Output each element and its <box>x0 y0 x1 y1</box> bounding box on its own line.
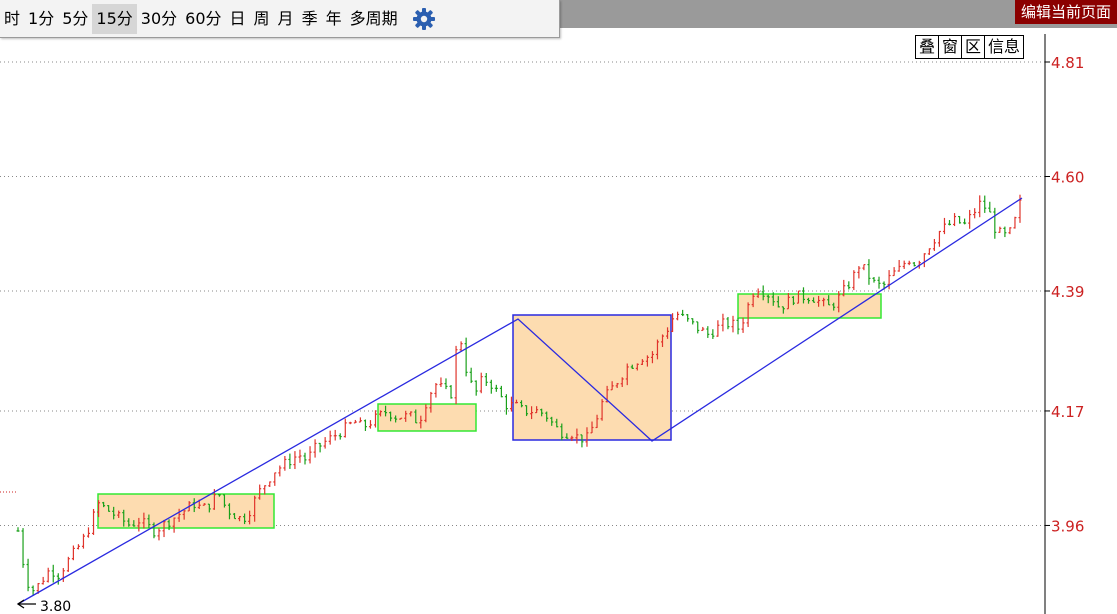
axis-tick-label: 4.17 <box>1051 403 1084 421</box>
low-price-label: 3.80 <box>40 599 71 614</box>
axis-tick-label: 4.39 <box>1051 283 1084 301</box>
grid-lines <box>0 61 1045 526</box>
period-15min[interactable]: 15分 <box>92 3 137 34</box>
axis-tick-label: 4.81 <box>1051 54 1084 72</box>
period-1min[interactable]: 1分 <box>24 4 58 34</box>
info-button[interactable]: 信息 <box>984 35 1025 59</box>
period-toolbar: 时 1分 5分 15分 30分 60分 日 周 月 季 年 多周期 <box>0 0 560 38</box>
candlestick-chart: 4.81 4.60 4.39 4.17 3.96 3.80 <box>0 34 1084 614</box>
period-tick[interactable]: 时 <box>0 4 24 34</box>
edit-current-page-button[interactable]: 编辑当前页面 <box>1014 0 1117 24</box>
axis-tick-label: 3.96 <box>1051 517 1084 535</box>
pattern-boxes <box>97 293 882 529</box>
period-60min[interactable]: 60分 <box>181 4 225 34</box>
pattern-box <box>512 314 672 441</box>
period-year[interactable]: 年 <box>322 4 346 34</box>
axis-tick-label: 4.60 <box>1051 169 1084 187</box>
period-30min[interactable]: 30分 <box>137 4 181 34</box>
period-week[interactable]: 周 <box>250 4 274 34</box>
period-quarter[interactable]: 季 <box>298 4 322 34</box>
gear-icon[interactable] <box>412 7 436 31</box>
period-5min[interactable]: 5分 <box>58 4 92 34</box>
view-buttons: 叠 窗 区 信息 <box>915 35 1025 59</box>
pattern-box <box>97 493 275 529</box>
period-month[interactable]: 月 <box>274 4 298 34</box>
window-button[interactable]: 窗 <box>938 35 963 59</box>
pattern-box <box>737 293 882 319</box>
period-day[interactable]: 日 <box>226 4 250 34</box>
price-axis: 4.81 4.60 4.39 4.17 3.96 <box>1044 34 1084 614</box>
period-multi[interactable]: 多周期 <box>346 4 402 34</box>
range-button[interactable]: 区 <box>961 35 986 59</box>
overlay-button[interactable]: 叠 <box>915 35 940 59</box>
